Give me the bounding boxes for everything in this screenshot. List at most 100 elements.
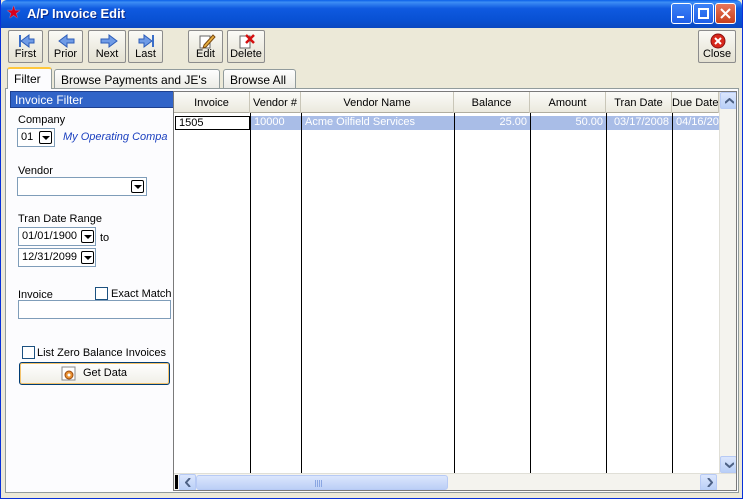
column-divider [454, 113, 455, 473]
delete-x-icon [239, 34, 255, 49]
vendor-dropdown-button[interactable] [131, 180, 144, 193]
minimize-button[interactable] [671, 3, 692, 24]
column-header-vendor-no[interactable]: Vendor # [250, 92, 301, 113]
to-label: to [100, 232, 110, 244]
zero-balance-label: List Zero Balance Invoices [37, 347, 167, 359]
minimize-icon [677, 16, 684, 18]
pencil-icon [199, 34, 216, 49]
vendor-select[interactable] [17, 177, 147, 196]
close-button[interactable]: Close [698, 30, 736, 63]
tab-browse-all[interactable]: Browse All [223, 69, 296, 88]
exact-match-checkbox[interactable] [95, 287, 108, 300]
column-header-amount[interactable]: Amount [530, 92, 606, 113]
date-to-value: 12/31/2099 [22, 251, 78, 263]
maximize-icon [698, 8, 709, 19]
filter-pane: Invoice Filter Company 01 My Operating C… [10, 91, 174, 489]
column-divider [530, 113, 531, 473]
edit-label: Edit [196, 48, 215, 60]
tab-strip: Filter Browse Payments and JE's Browse A… [1, 67, 742, 89]
close-icon [720, 8, 731, 19]
next-button[interactable]: Next [88, 30, 126, 63]
date-to-dropdown-button[interactable] [81, 251, 94, 264]
column-header-vendor-name[interactable]: Vendor Name [301, 92, 454, 113]
column-header-tran-date[interactable]: Tran Date [606, 92, 672, 113]
company-code: 01 [21, 131, 34, 143]
title-bar[interactable]: ★ A/P Invoice Edit [1, 0, 742, 28]
horizontal-scrollbar[interactable] [174, 473, 736, 490]
cell-invoice[interactable]: 1505 [175, 116, 250, 130]
edit-button[interactable]: Edit [188, 30, 223, 63]
table-row[interactable]: 1505 10000 Acme Oilfield Services 25.00 … [174, 116, 719, 130]
first-button[interactable]: First [8, 30, 43, 63]
chevron-right-icon [707, 478, 713, 487]
chevron-down-icon [42, 136, 50, 140]
filter-header: Invoice Filter [10, 91, 174, 108]
chevron-down-icon [134, 185, 142, 189]
chevron-down-icon [725, 462, 734, 468]
get-data-button[interactable]: Get Data [19, 362, 170, 385]
company-select[interactable]: 01 [17, 128, 55, 147]
toolbar: First Prior Next Last Edit Delete Close [1, 28, 742, 66]
company-name: My Operating Compa [63, 131, 168, 143]
window-close-button[interactable] [715, 3, 736, 24]
scroll-left-button[interactable] [179, 474, 196, 490]
chevron-left-icon [185, 478, 191, 487]
last-arrow-icon [138, 34, 154, 48]
gear-icon [61, 366, 76, 381]
next-arrow-icon [100, 34, 118, 48]
date-from-value: 01/01/1900 [22, 230, 78, 242]
chevron-up-icon [725, 98, 734, 104]
column-header-invoice[interactable]: Invoice [174, 92, 250, 113]
prior-label: Prior [53, 48, 78, 60]
column-divider [672, 113, 673, 473]
get-data-label: Get Data [83, 367, 128, 379]
horizontal-scroll-thumb[interactable] [196, 475, 448, 490]
delete-label: Delete [230, 48, 262, 60]
invoice-input[interactable] [18, 300, 171, 319]
tab-panel: Invoice Filter Company 01 My Operating C… [5, 88, 739, 493]
date-from-dropdown-button[interactable] [81, 230, 94, 243]
grid-header: Invoice Vendor # Vendor Name Balance Amo… [174, 92, 719, 113]
cell-vendor-name[interactable]: Acme Oilfield Services [302, 116, 454, 130]
app-window: ★ A/P Invoice Edit First Prior Next Last… [0, 0, 743, 499]
chevron-down-icon [84, 235, 92, 239]
vendor-label: Vendor [18, 165, 53, 177]
last-button[interactable]: Last [128, 30, 163, 63]
date-range-label: Tran Date Range [18, 213, 102, 225]
chevron-down-icon [84, 256, 92, 260]
next-label: Next [95, 48, 119, 60]
company-label: Company [18, 114, 66, 126]
first-arrow-icon [19, 34, 35, 48]
cell-vendor-no[interactable]: 10000 [251, 116, 301, 130]
cell-tran-date[interactable]: 03/17/2008 [607, 116, 672, 130]
tab-browse-payments[interactable]: Browse Payments and JE's [54, 69, 220, 88]
vertical-scrollbar[interactable] [719, 92, 736, 473]
star-icon: ★ [6, 3, 22, 22]
close-circle-icon [710, 33, 726, 49]
cell-amount[interactable]: 50.00 [531, 116, 606, 130]
prior-button[interactable]: Prior [48, 30, 83, 63]
cell-due-date[interactable]: 04/16/20 [673, 116, 719, 130]
column-header-balance[interactable]: Balance [454, 92, 530, 113]
column-divider [250, 113, 251, 473]
window-title: A/P Invoice Edit [27, 6, 126, 21]
scroll-right-button[interactable] [700, 474, 717, 490]
scroll-down-button[interactable] [720, 456, 736, 473]
column-header-due-date[interactable]: Due Date [672, 92, 719, 113]
date-from-field[interactable]: 01/01/1900 [18, 227, 96, 246]
date-to-field[interactable]: 12/31/2099 [18, 248, 96, 267]
delete-button[interactable]: Delete [227, 30, 265, 63]
zero-balance-checkbox[interactable] [22, 346, 35, 359]
last-label: Last [135, 48, 156, 60]
maximize-button[interactable] [693, 3, 714, 24]
cell-balance[interactable]: 25.00 [455, 116, 530, 130]
scroll-up-button[interactable] [720, 92, 736, 109]
tab-filter[interactable]: Filter [7, 67, 52, 89]
row-marker [175, 475, 178, 489]
column-divider [606, 113, 607, 473]
scroll-grip [315, 480, 323, 487]
company-dropdown-button[interactable] [39, 131, 52, 144]
close-label: Close [702, 48, 732, 60]
prior-arrow-icon [58, 34, 75, 48]
invoice-grid[interactable]: Invoice Vendor # Vendor Name Balance Amo… [173, 91, 737, 491]
